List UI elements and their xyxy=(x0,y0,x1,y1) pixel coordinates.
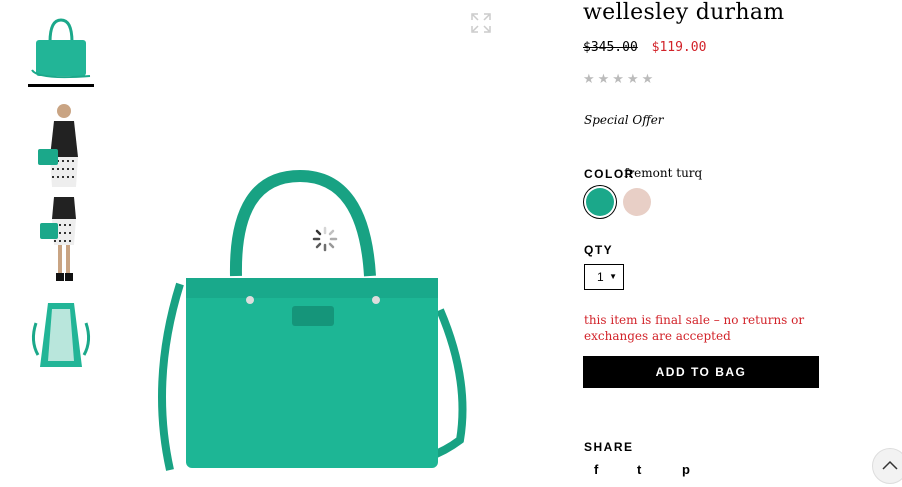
thumbnail-bag-interior[interactable] xyxy=(28,293,94,375)
thumbnail-model-front[interactable] xyxy=(28,101,94,187)
price-block: $345.00 $119.00 xyxy=(583,40,706,55)
thumbnail-list xyxy=(26,14,96,389)
original-price: $345.00 xyxy=(583,40,638,55)
loading-spinner-icon xyxy=(312,226,338,252)
thumbnail-model-side[interactable] xyxy=(28,197,94,281)
chevron-up-icon xyxy=(882,460,898,470)
caret-down-icon: ▼ xyxy=(609,272,617,281)
scroll-to-top-button[interactable] xyxy=(872,448,902,484)
pinterest-icon[interactable]: p xyxy=(682,462,690,477)
qty-value: 1 xyxy=(597,270,604,284)
main-product-image[interactable] xyxy=(140,0,560,482)
sale-price: $119.00 xyxy=(651,40,707,55)
thumbnail-bag-front[interactable] xyxy=(28,14,94,87)
expand-icon[interactable] xyxy=(470,12,492,34)
qty-label: QTY xyxy=(584,243,614,257)
rating-stars[interactable]: ★★★★★ xyxy=(583,72,656,87)
selected-color-name: fremont turq xyxy=(624,166,703,180)
add-to-bag-button[interactable]: ADD TO BAG xyxy=(583,356,819,388)
color-swatch-blush[interactable] xyxy=(623,188,651,216)
qty-select[interactable]: 1 ▼ xyxy=(584,264,624,290)
facebook-icon[interactable]: f xyxy=(594,462,598,477)
product-title: wellesley durham xyxy=(583,0,785,25)
color-swatch-turq[interactable] xyxy=(586,188,614,216)
final-sale-notice: this item is final sale – no returns or … xyxy=(584,313,805,343)
twitter-icon[interactable]: t xyxy=(637,462,641,477)
share-label: SHARE xyxy=(584,440,634,454)
special-offer-label: Special Offer xyxy=(584,113,664,127)
